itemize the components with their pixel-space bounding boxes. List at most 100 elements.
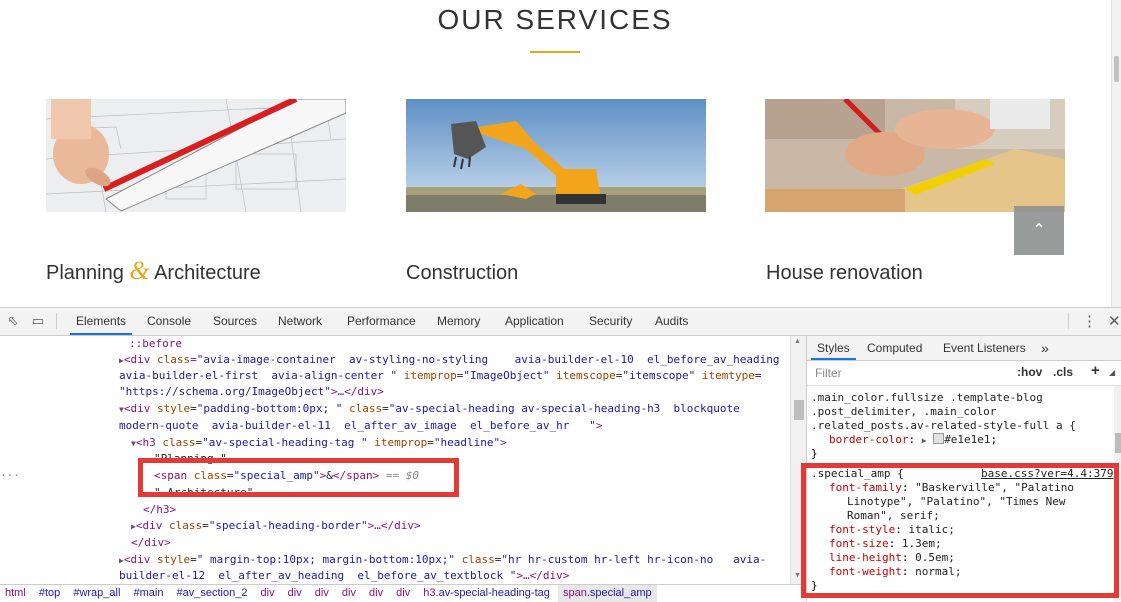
property-value: italic; [908,523,955,536]
attr-value: av-special-heading av-special-heading-h3… [395,402,740,415]
tab-memory[interactable]: Memory [431,308,486,335]
hover-state-toggle[interactable]: :hov [1017,365,1042,379]
tree-line-image-container-end[interactable]: "https://schema.org/ImageObject">…</div> [119,384,384,401]
rule2-declaration-line-height[interactable]: line-height: 0.5em; [829,551,955,565]
more-tabs-icon[interactable]: » [1035,336,1055,360]
tab-audits[interactable]: Audits [649,308,694,335]
more-options-icon[interactable]: ⋮ [1082,308,1097,335]
scroll-up-icon[interactable]: ▲ [794,338,801,345]
rule2-declaration-font-weight[interactable]: font-weight: normal; [829,565,961,579]
breadcrumb-tag: div [260,587,275,599]
breadcrumb-div[interactable]: div [310,585,334,602]
tree-line-div-close[interactable]: </div> [131,535,171,552]
property-name: font-weight [829,565,902,578]
tab-elements[interactable]: Elements [70,308,133,335]
elements-scrollbar-thumb[interactable] [794,400,804,420]
rule2-source-link[interactable]: base.css?ver=4.4:379 [981,467,1113,481]
breadcrumb-html[interactable]: html [0,585,31,602]
row-dots-icon[interactable]: ··· [0,468,20,485]
attr-value: builder-el-12 el_after_av_heading el_bef… [119,569,510,582]
attr-name: class [168,519,203,532]
tree-line-image-container-cont[interactable]: avia-builder-el-first avia-align-center … [119,368,761,385]
tree-line-special-heading-cont[interactable]: modern-quote avia-builder-el-11 el_after… [119,418,602,435]
styles-scrollbar-thumb[interactable] [1115,433,1121,453]
breadcrumb-main[interactable]: #main [128,585,168,602]
breadcrumb-wrap-all[interactable]: #wrap_all [68,585,125,602]
tree-line-h3-close[interactable]: </h3> [143,502,176,519]
scroll-to-top-button[interactable]: ⌃ [1014,206,1064,255]
breadcrumb-h3[interactable]: h3.av-special-heading-tag [418,585,555,602]
property-value: 1.3em; [901,537,942,550]
tag-close: >…</div> [330,385,384,398]
service-label-construction[interactable]: Construction [406,262,518,285]
close-devtools-icon[interactable]: ✕ [1108,308,1121,335]
inspect-element-icon[interactable]: ⬁ [6,314,20,328]
tab-performance[interactable]: Performance [341,308,422,335]
attr-name: class [193,469,227,482]
scroll-down-icon[interactable]: ▼ [794,572,801,579]
rule2-selector[interactable]: .special_amp { [811,467,904,481]
styles-pane: Styles Computed Event Listeners » :hov .… [806,336,1121,601]
rule1-declaration[interactable]: border-color: ▶ #e1e1e1; [829,433,997,448]
property-name: font-family [829,481,902,494]
tab-computed[interactable]: Computed [861,336,928,360]
rule2-declaration-font-style[interactable]: font-style: italic; [829,523,955,537]
tab-network[interactable]: Network [272,308,328,335]
breadcrumb-div[interactable]: div [391,585,415,602]
tree-line-text-planning[interactable]: "Planning " [154,451,227,468]
breadcrumb-id: #main [133,587,164,599]
expand-arrow-icon[interactable]: ▶ [922,436,927,445]
property-value: normal; [915,565,962,578]
service-label-planning[interactable]: Planning & Architecture [46,258,261,285]
tab-security[interactable]: Security [583,308,638,335]
rule1-selector[interactable]: .related_posts.av-related-style-full a { [811,419,1076,433]
new-rule-button[interactable]: + [1091,362,1100,379]
tree-line-hr-cont[interactable]: builder-el-12 el_after_av_heading el_bef… [119,568,569,584]
chevron-up-icon: ⌃ [1032,222,1046,239]
breadcrumb-div[interactable]: div [364,585,388,602]
attr-name: class [461,553,495,566]
breadcrumb-class: .special_amp [586,587,652,599]
tab-event-listeners[interactable]: Event Listeners [937,336,1032,360]
attr-name: class [156,353,191,366]
page-scrollbar-thumb[interactable] [1114,56,1119,82]
rule1-close: } [811,447,818,460]
property-name: font-style [829,523,896,536]
tree-line-heading-border[interactable]: ▶<div class="special-heading-border">…</… [131,518,421,536]
breadcrumb-top[interactable]: #top [34,585,65,602]
attr-name: style [156,402,191,415]
tree-line-before[interactable]: ::before [129,336,182,353]
device-toolbar-icon[interactable]: ▭ [31,314,45,328]
page-scrollbar[interactable] [1111,0,1121,307]
elements-scrollbar[interactable]: ▲ ▼ [790,336,807,584]
rule2-declaration-font-family[interactable]: font-family: "Baskerville", "Palatino [829,481,1074,495]
tab-application[interactable]: Application [499,308,570,335]
service-label-renovation[interactable]: House renovation [766,262,923,285]
breadcrumb-av-section[interactable]: #av_section_2 [172,585,253,602]
breadcrumb-div[interactable]: div [283,585,307,602]
special-amp: & [129,256,150,285]
rule1-selector[interactable]: .post_delimiter, .main_color [811,405,996,419]
rule2-close: } [811,579,818,592]
renovation-image [765,99,1065,212]
breadcrumb: html #top #wrap_all #main #av_section_2 … [0,584,806,602]
breadcrumb-span-selected[interactable]: span.special_amp [557,585,657,602]
rule2-declaration-font-size[interactable]: font-size: 1.3em; [829,537,942,551]
rule-menu-icon[interactable]: ◢ [1109,368,1115,377]
tab-styles[interactable]: Styles [811,336,856,360]
breadcrumb-div[interactable]: div [256,585,280,602]
class-toggle[interactable]: .cls [1053,365,1073,379]
tabbar-separator-right [1068,313,1069,329]
color-swatch[interactable] [933,433,945,444]
styles-scrollbar[interactable] [1114,386,1121,601]
devtools-tabbar: ⬁ ▭ Elements Console Sources Network Per… [0,308,1121,336]
rule1-selector[interactable]: .main_color.fullsize .template-blog [811,391,1043,405]
text-node: "Planning " [154,452,227,465]
styles-filter-input[interactable] [813,364,1007,382]
tree-line-special-heading[interactable]: ▼<div style="padding-bottom:0px; " class… [119,401,740,419]
property-value: 0.5em; [915,551,955,564]
tree-line-text-architecture[interactable]: " Architecture" [154,485,253,502]
tab-sources[interactable]: Sources [207,308,263,335]
breadcrumb-div[interactable]: div [337,585,361,602]
tab-console[interactable]: Console [141,308,197,335]
